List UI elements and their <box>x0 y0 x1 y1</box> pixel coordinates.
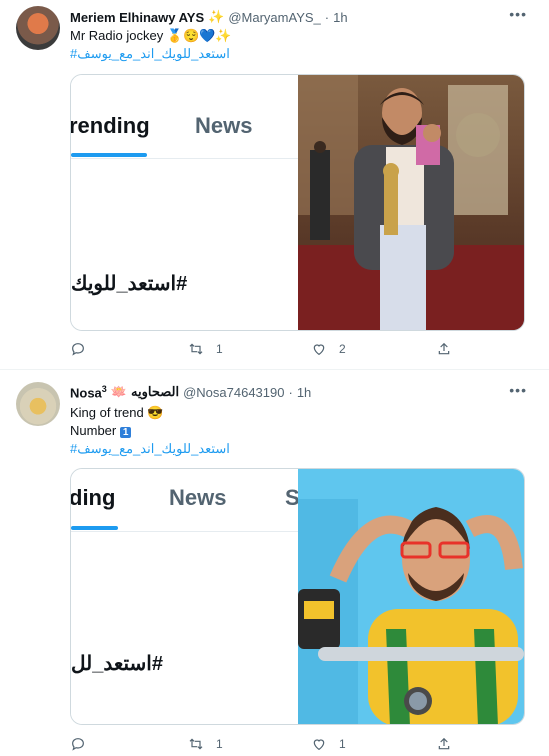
tweet-header: Nosa3 🪷 الصحاويه @Nosa74643190 · 1h <box>70 384 311 400</box>
tweet-text-line: Number 1 <box>70 423 132 438</box>
separator-dot: · <box>324 9 330 25</box>
tab-underline <box>71 153 147 157</box>
tweet-text-content: Number <box>70 423 117 438</box>
tweet-header: Meriem Elhinawy AYS ✨ @MaryamAYS_ · 1h <box>70 9 348 25</box>
retweet-button[interactable]: 1 <box>188 341 223 357</box>
tab-trending: ding <box>71 485 116 510</box>
share-icon <box>438 342 450 355</box>
reply-button[interactable] <box>70 341 98 357</box>
like-button[interactable]: 2 <box>311 341 346 357</box>
media-trending-screenshot[interactable]: ding News S #استعد_لل <box>71 469 299 724</box>
reply-icon <box>72 738 84 751</box>
like-count: 2 <box>339 342 346 356</box>
media-photo[interactable] <box>298 75 524 330</box>
media-trending-screenshot[interactable]: rending News #استعد_للويك <box>71 75 299 330</box>
display-name-arabic[interactable]: الصحاويه <box>131 384 179 400</box>
emoji-group: 🥇😌💙✨ <box>166 28 232 43</box>
trend-hashtag-text: #استعد_لل <box>71 653 163 675</box>
display-name[interactable]: Meriem Elhinawy AYS <box>70 10 204 25</box>
retweet-count: 1 <box>216 737 223 751</box>
tweet[interactable]: Nosa3 🪷 الصحاويه @Nosa74643190 · 1h ••• … <box>0 369 549 756</box>
avatar[interactable] <box>16 382 60 426</box>
retweet-count: 1 <box>216 342 223 356</box>
media-photo[interactable] <box>298 469 524 724</box>
tab-underline <box>71 526 118 530</box>
tab-trending: rending <box>71 113 150 138</box>
media-container[interactable]: ding News S #استعد_لل <box>70 468 525 725</box>
avatar[interactable] <box>16 6 60 50</box>
tweet-text: Mr Radio jockey 🥇😌💙✨ <box>70 28 232 44</box>
media-container[interactable]: rending News #استعد_للويك <box>70 74 525 331</box>
hashtag-link[interactable]: #استعد_للويك_اند_مع_يوسف <box>70 441 230 457</box>
man-with-trophy-photo <box>298 75 524 330</box>
display-name-text: Nosa <box>70 385 102 401</box>
retweet-button[interactable]: 1 <box>188 736 223 752</box>
retweet-icon <box>189 738 203 750</box>
tab-news: News <box>195 113 253 138</box>
tweet-text-content: Mr Radio jockey <box>70 28 164 43</box>
retweet-icon <box>189 343 203 355</box>
reply-button[interactable] <box>70 736 98 752</box>
user-handle[interactable]: @MaryamAYS_ <box>228 10 320 25</box>
tab-divider <box>71 158 298 159</box>
tweet-text-line: King of trend 😎 <box>70 405 164 421</box>
sparkles-emoji: ✨ <box>208 9 225 24</box>
man-at-radio-studio-photo <box>298 469 524 724</box>
like-count: 1 <box>339 737 346 751</box>
timestamp[interactable]: 1h <box>297 385 311 400</box>
share-icon <box>438 737 450 750</box>
display-name-superscript: 3 <box>101 384 107 394</box>
trend-hashtag-text: #استعد_للويك <box>71 273 188 295</box>
tweet[interactable]: Meriem Elhinawy AYS ✨ @MaryamAYS_ · 1h •… <box>0 0 549 369</box>
like-icon <box>313 739 325 751</box>
lotus-emoji: 🪷 <box>110 384 127 400</box>
share-button[interactable] <box>436 341 452 357</box>
user-handle[interactable]: @Nosa74643190 <box>183 385 284 400</box>
more-icon[interactable]: ••• <box>509 6 527 22</box>
like-icon <box>313 344 325 356</box>
display-name[interactable]: Nosa3 <box>70 384 107 400</box>
hashtag-link[interactable]: #استعد_للويك_اند_مع_يوسف <box>70 46 230 62</box>
more-icon[interactable]: ••• <box>509 382 527 398</box>
sunglasses-emoji: 😎 <box>147 405 164 420</box>
tab-news: News <box>169 485 227 510</box>
keycap-one-emoji: 1 <box>119 427 132 438</box>
tab-divider <box>71 531 298 532</box>
share-button[interactable] <box>436 736 452 752</box>
separator-dot: · <box>288 384 293 400</box>
timestamp[interactable]: 1h <box>333 10 347 25</box>
like-button[interactable]: 1 <box>311 736 346 752</box>
tweet-text-content: King of trend <box>70 405 144 420</box>
reply-icon <box>72 343 84 356</box>
tweet-actions: 1 1 <box>70 736 470 756</box>
tweet-actions: 1 2 <box>70 341 470 361</box>
tab-third-fragment: S <box>285 485 299 510</box>
